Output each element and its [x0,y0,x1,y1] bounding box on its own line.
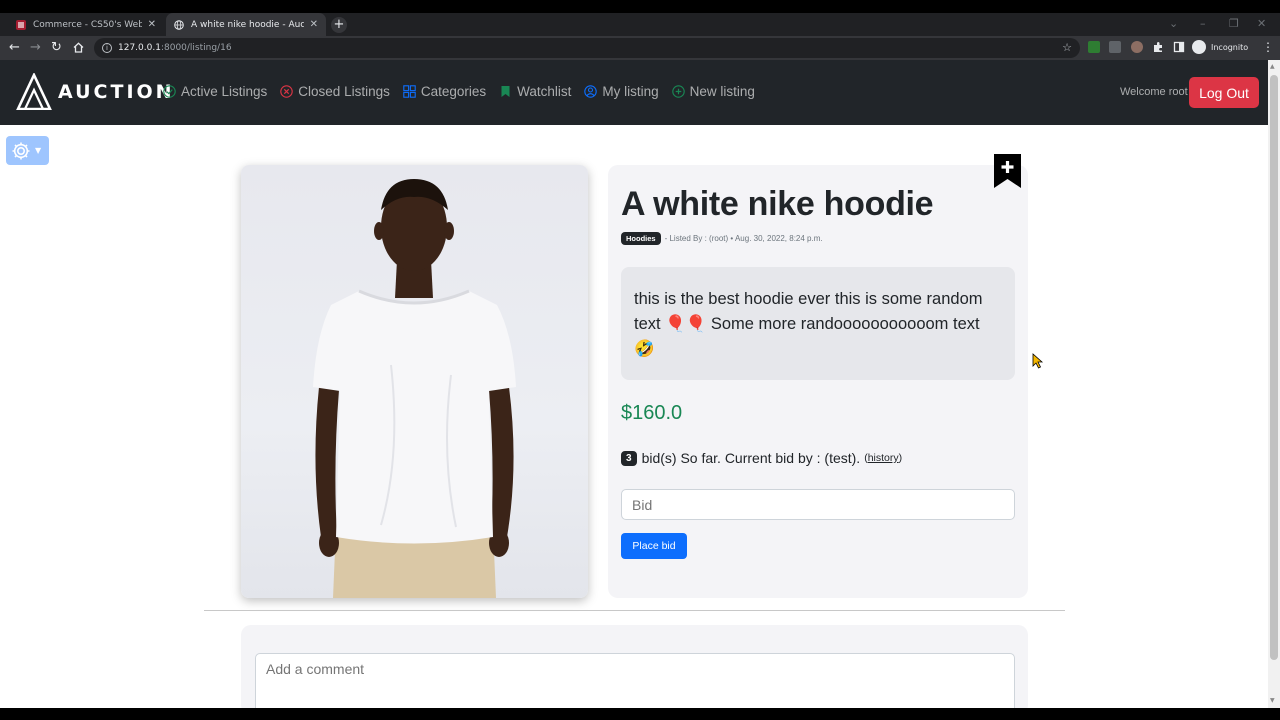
incognito-label: Incognito [1211,42,1249,52]
x-circle-icon [280,85,294,98]
nav-watchlist[interactable]: Watchlist [499,84,571,99]
window-close-icon[interactable]: ✕ [1257,17,1266,30]
bookmark-star-icon[interactable]: ☆ [1062,41,1072,54]
top-strip [0,0,1280,13]
bid-input[interactable] [621,489,1015,520]
comment-input[interactable] [255,653,1015,713]
chevron-down-icon: ▼ [35,146,42,155]
incognito-icon [1192,40,1206,54]
bid-summary: 3 bid(s) So far. Current bid by : (test)… [621,450,902,466]
scrollbar-thumb[interactable] [1270,75,1278,660]
side-panel-icon[interactable] [1173,41,1185,53]
person-circle-icon [584,85,598,98]
site-navbar: AUCTION Active Listings Closed Listings … [0,60,1268,125]
bottom-strip [0,708,1280,720]
bid-count-badge: 3 [621,450,637,466]
nav-label: New listing [689,84,755,99]
bookmark-icon [501,86,510,97]
bid-history-link[interactable]: history [868,452,899,464]
bid-history-link-wrap: (history) [864,452,903,464]
nav-closed-listings[interactable]: Closed Listings [280,84,390,99]
listing-title: A white nike hoodie [621,185,934,223]
site-info-icon[interactable]: i [102,43,112,53]
listing-image [241,165,588,598]
nav-label: Closed Listings [298,84,390,99]
address-bar[interactable]: i 127.0.0.1:8000/listing/16 ☆ [94,38,1080,58]
browser-menu-icon[interactable]: ⋮ [1262,40,1274,54]
listing-description: this is the best hoodie ever this is som… [621,267,1015,380]
add-to-watchlist-icon[interactable] [994,154,1021,188]
nav-my-listing[interactable]: My listing [584,84,659,99]
auction-logo-icon [16,73,52,110]
browser-tab-commerce[interactable]: Commerce - CS50's Web Programming ✕ [8,13,164,36]
incognito-indicator[interactable]: Incognito [1192,40,1248,54]
back-icon[interactable]: ← [9,39,20,57]
shield-extension-icon[interactable] [1088,41,1100,53]
place-bid-button[interactable]: Place bid [621,533,687,559]
nav-categories[interactable]: Categories [403,84,486,99]
nav-label: Categories [420,84,487,99]
browser-tab-bar: Commerce - CS50's Web Programming ✕ A wh… [0,13,1280,36]
grid-icon [403,85,416,98]
tab-search-icon[interactable]: ⌄ [1169,17,1178,30]
globe-favicon-icon [174,19,184,30]
screen: Commerce - CS50's Web Programming ✕ A wh… [0,0,1280,720]
nav-label: My listing [602,84,659,99]
settings-dropdown-button[interactable]: ▼ [6,136,49,165]
document-extension-icon[interactable] [1109,41,1121,53]
tab-title: A white nike hoodie - Auction [191,19,304,30]
nav-links: Active Listings Closed Listings Categori… [163,84,755,99]
bid-summary-text: bid(s) So far. Current bid by : (test). [641,450,861,466]
scroll-down-icon[interactable]: ▼ [1270,697,1275,704]
section-divider [204,610,1065,611]
extensions-puzzle-icon[interactable] [1152,41,1164,53]
tab-title: Commerce - CS50's Web Programming [33,19,142,30]
url-path: :8000/listing/16 [160,43,232,53]
browser-toolbar: ← → ↻ i 127.0.0.1:8000/listing/16 ☆ Inco… [0,36,1280,60]
reload-icon[interactable]: ↻ [51,39,62,57]
close-tab-icon[interactable]: ✕ [148,19,156,30]
browser-tab-listing[interactable]: A white nike hoodie - Auction ✕ [166,13,326,36]
close-tab-icon[interactable]: ✕ [310,19,318,30]
new-tab-button[interactable]: + [331,17,347,33]
minimize-icon[interactable]: – [1200,17,1206,30]
page-scrollbar[interactable]: ▲ ▼ [1268,60,1280,708]
listing-meta-text: - Listed By : (root) • Aug. 30, 2022, 8:… [664,234,823,243]
avatar-extension-icon[interactable] [1131,41,1143,53]
restore-icon[interactable]: ❐ [1229,17,1239,30]
listing-price: $160.0 [621,402,683,424]
plus-circle-icon [671,85,685,98]
model-tshirt-illustration [313,179,516,598]
welcome-text: Welcome root [1120,86,1188,98]
nav-label: Watchlist [517,84,572,99]
scroll-up-icon[interactable]: ▲ [1270,63,1275,70]
nav-active-listings[interactable]: Active Listings [163,84,267,99]
nav-new-listing[interactable]: New listing [671,84,755,99]
brand-logo[interactable]: AUCTION [16,73,175,110]
forward-icon[interactable]: → [30,39,41,57]
gear-icon [12,142,30,159]
harvard-favicon-icon [16,19,26,30]
brand-name: AUCTION [58,80,175,103]
mouse-cursor-icon [1032,353,1044,369]
listing-meta: Hoodies - Listed By : (root) • Aug. 30, … [621,232,823,245]
home-icon[interactable] [73,42,84,53]
category-badge[interactable]: Hoodies [621,232,661,245]
url-host: 127.0.0.1 [118,43,161,53]
logout-button[interactable]: Log Out [1189,77,1259,108]
check-circle-icon [163,85,176,98]
nav-label: Active Listings [181,84,268,99]
